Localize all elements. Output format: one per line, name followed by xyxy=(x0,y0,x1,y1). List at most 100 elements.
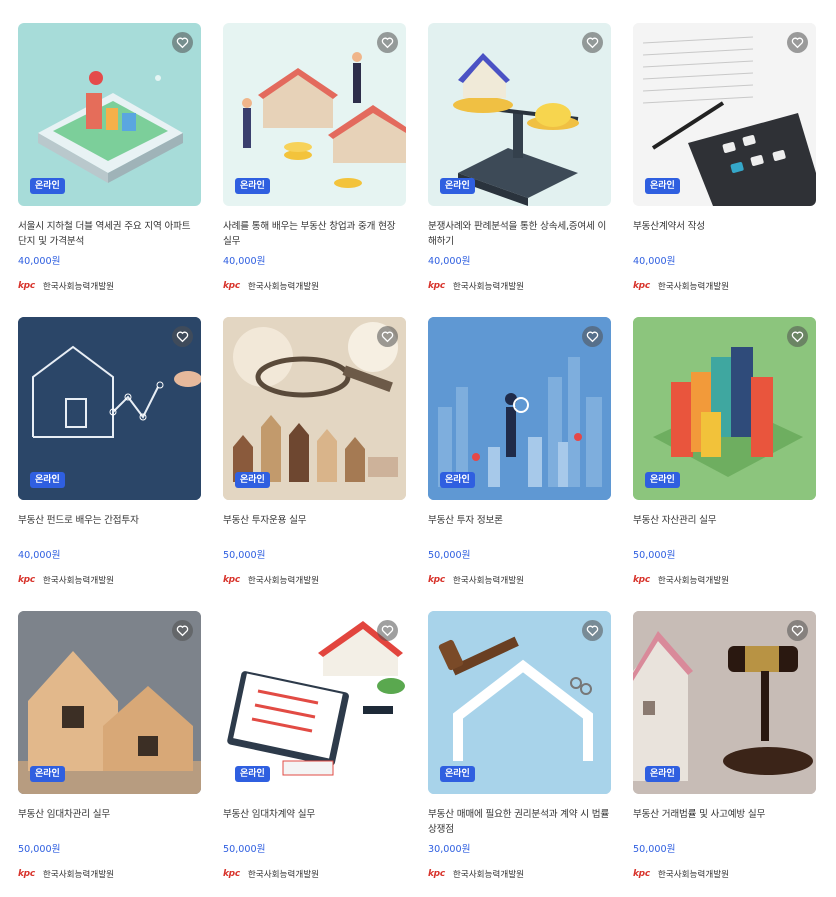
provider-logo: kpc xyxy=(18,869,35,879)
provider: kpc 한국사회능력개발원 xyxy=(223,574,406,586)
course-card[interactable]: 온라인 부동산 거래법률 및 사고예방 실무 50,000원 kpc 한국사회능력… xyxy=(633,611,816,880)
wishlist-button[interactable] xyxy=(787,32,808,53)
heart-outline-icon xyxy=(586,37,599,49)
course-thumbnail[interactable]: 온라인 xyxy=(633,611,816,794)
course-price: 40,000원 xyxy=(633,256,676,267)
provider-logo: kpc xyxy=(18,575,35,585)
course-price: 50,000원 xyxy=(633,844,676,855)
course-price: 50,000원 xyxy=(18,844,61,855)
heart-outline-icon xyxy=(176,37,189,49)
course-card[interactable]: 온라인 부동산 임대차계약 실무 50,000원 kpc 한국사회능력개발원 xyxy=(223,611,406,880)
course-card[interactable]: 온라인 사례를 통해 배우는 부동산 창업과 중개 현장 실무 40,000원 … xyxy=(223,23,406,292)
provider-name: 한국사회능력개발원 xyxy=(452,282,525,292)
provider-name: 한국사회능력개발원 xyxy=(452,576,525,586)
online-badge: 온라인 xyxy=(235,766,270,782)
course-title[interactable]: 부동산계약서 작성 xyxy=(633,219,816,249)
online-badge: 온라인 xyxy=(440,178,475,194)
course-thumbnail[interactable]: 온라인 xyxy=(18,611,201,794)
provider: kpc 한국사회능력개발원 xyxy=(633,868,816,880)
course-card[interactable]: 온라인 부동산 펀드로 배우는 간접투자 40,000원 kpc 한국사회능력개발… xyxy=(18,317,201,586)
online-badge: 온라인 xyxy=(440,472,475,488)
provider-logo: kpc xyxy=(633,281,650,291)
course-card[interactable]: 온라인 부동산 임대차관리 실무 50,000원 kpc 한국사회능력개발원 xyxy=(18,611,201,880)
course-price: 40,000원 xyxy=(428,256,471,267)
course-title[interactable]: 부동산 투자 정보론 xyxy=(428,513,611,543)
provider-name: 한국사회능력개발원 xyxy=(657,282,730,292)
wishlist-button[interactable] xyxy=(377,32,398,53)
provider-name: 한국사회능력개발원 xyxy=(42,282,115,292)
provider-logo: kpc xyxy=(18,281,35,291)
course-thumbnail[interactable]: 온라인 xyxy=(633,23,816,206)
provider: kpc 한국사회능력개발원 xyxy=(18,280,201,292)
provider-name: 한국사회능력개발원 xyxy=(657,870,730,880)
course-card[interactable]: 온라인 서울시 지하철 더블 역세권 주요 지역 아파트 단지 및 가격분석 4… xyxy=(18,23,201,292)
provider-name: 한국사회능력개발원 xyxy=(42,576,115,586)
course-title[interactable]: 분쟁사례와 판례분석을 통한 상속세,증여세 이해하기 xyxy=(428,219,611,249)
course-title[interactable]: 서울시 지하철 더블 역세권 주요 지역 아파트 단지 및 가격분석 xyxy=(18,219,201,249)
course-title[interactable]: 사례를 통해 배우는 부동산 창업과 중개 현장 실무 xyxy=(223,219,406,249)
course-card[interactable]: 온라인 부동산계약서 작성 40,000원 kpc 한국사회능력개발원 xyxy=(633,23,816,292)
provider: kpc 한국사회능력개발원 xyxy=(223,280,406,292)
course-thumbnail[interactable]: 온라인 xyxy=(18,317,201,500)
heart-outline-icon xyxy=(586,331,599,343)
provider-name: 한국사회능력개발원 xyxy=(247,282,320,292)
course-thumbnail[interactable]: 온라인 xyxy=(428,611,611,794)
provider-logo: kpc xyxy=(428,281,445,291)
course-title[interactable]: 부동산 투자운용 실무 xyxy=(223,513,406,543)
provider: kpc 한국사회능력개발원 xyxy=(428,868,611,880)
course-card[interactable]: 온라인 부동산 자산관리 실무 50,000원 kpc 한국사회능력개발원 xyxy=(633,317,816,586)
online-badge: 온라인 xyxy=(30,472,65,488)
provider: kpc 한국사회능력개발원 xyxy=(633,280,816,292)
course-price: 40,000원 xyxy=(223,256,266,267)
course-thumbnail[interactable]: 온라인 xyxy=(428,23,611,206)
course-price: 40,000원 xyxy=(18,550,61,561)
course-card[interactable]: 온라인 부동산 투자 정보론 50,000원 kpc 한국사회능력개발원 xyxy=(428,317,611,586)
provider: kpc 한국사회능력개발원 xyxy=(18,868,201,880)
course-price: 50,000원 xyxy=(633,550,676,561)
wishlist-button[interactable] xyxy=(582,32,603,53)
online-badge: 온라인 xyxy=(235,178,270,194)
provider-logo: kpc xyxy=(223,869,240,879)
heart-outline-icon xyxy=(791,331,804,343)
provider-name: 한국사회능력개발원 xyxy=(452,870,525,880)
wishlist-button[interactable] xyxy=(377,620,398,641)
online-badge: 온라인 xyxy=(30,766,65,782)
wishlist-button[interactable] xyxy=(172,326,193,347)
course-title[interactable]: 부동산 매매에 필요한 권리분석과 계약 시 법률상쟁점 xyxy=(428,807,611,837)
course-card[interactable]: 온라인 부동산 매매에 필요한 권리분석과 계약 시 법률상쟁점 30,000원… xyxy=(428,611,611,880)
provider: kpc 한국사회능력개발원 xyxy=(633,574,816,586)
course-thumbnail[interactable]: 온라인 xyxy=(18,23,201,206)
course-price: 50,000원 xyxy=(223,844,266,855)
provider-name: 한국사회능력개발원 xyxy=(657,576,730,586)
online-badge: 온라인 xyxy=(645,472,680,488)
provider: kpc 한국사회능력개발원 xyxy=(223,868,406,880)
online-badge: 온라인 xyxy=(30,178,65,194)
wishlist-button[interactable] xyxy=(377,326,398,347)
provider-logo: kpc xyxy=(633,869,650,879)
course-thumbnail[interactable]: 온라인 xyxy=(223,23,406,206)
wishlist-button[interactable] xyxy=(582,620,603,641)
course-card[interactable]: 온라인 부동산 투자운용 실무 50,000원 kpc 한국사회능력개발원 xyxy=(223,317,406,586)
course-thumbnail[interactable]: 온라인 xyxy=(223,317,406,500)
wishlist-button[interactable] xyxy=(787,326,808,347)
wishlist-button[interactable] xyxy=(172,620,193,641)
heart-outline-icon xyxy=(791,625,804,637)
course-title[interactable]: 부동산 임대차계약 실무 xyxy=(223,807,406,837)
course-title[interactable]: 부동산 임대차관리 실무 xyxy=(18,807,201,837)
course-price: 50,000원 xyxy=(428,550,471,561)
wishlist-button[interactable] xyxy=(787,620,808,641)
wishlist-button[interactable] xyxy=(172,32,193,53)
wishlist-button[interactable] xyxy=(582,326,603,347)
course-price: 40,000원 xyxy=(18,256,61,267)
course-title[interactable]: 부동산 거래법률 및 사고예방 실무 xyxy=(633,807,816,837)
course-card[interactable]: 온라인 분쟁사례와 판례분석을 통한 상속세,증여세 이해하기 40,000원 … xyxy=(428,23,611,292)
provider-logo: kpc xyxy=(428,575,445,585)
course-grid: 온라인 서울시 지하철 더블 역세권 주요 지역 아파트 단지 및 가격분석 4… xyxy=(0,0,836,897)
course-thumbnail[interactable]: 온라인 xyxy=(223,611,406,794)
course-title[interactable]: 부동산 펀드로 배우는 간접투자 xyxy=(18,513,201,543)
course-thumbnail[interactable]: 온라인 xyxy=(428,317,611,500)
course-thumbnail[interactable]: 온라인 xyxy=(633,317,816,500)
provider-logo: kpc xyxy=(223,281,240,291)
course-title[interactable]: 부동산 자산관리 실무 xyxy=(633,513,816,543)
heart-outline-icon xyxy=(586,625,599,637)
